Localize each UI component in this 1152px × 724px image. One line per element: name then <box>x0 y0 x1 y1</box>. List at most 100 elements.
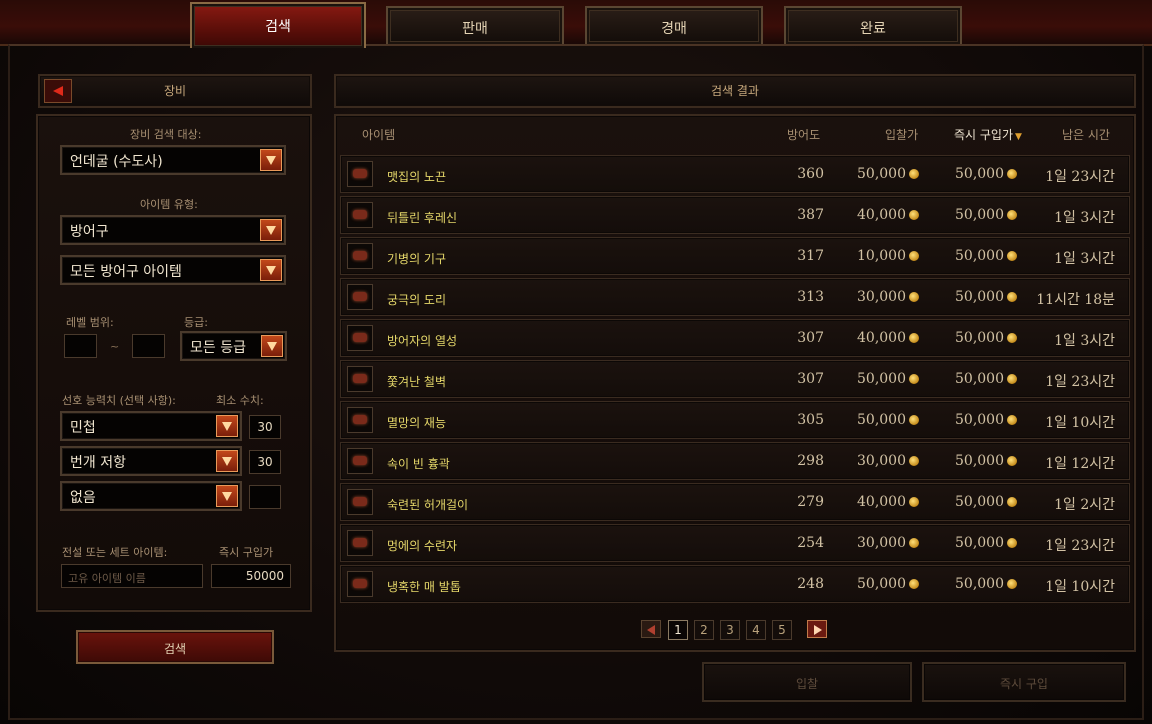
item-buyout-value: 50,000 <box>955 289 1004 305</box>
item-armor: 305 <box>797 412 824 428</box>
stat-select-2[interactable]: 번개 저항 <box>60 446 242 476</box>
item-bid: 50,000 <box>857 371 919 387</box>
search-button[interactable]: 검색 <box>76 630 274 664</box>
page-2-button[interactable]: 2 <box>694 620 714 640</box>
buyout-filter-input[interactable]: 50000 <box>211 564 291 588</box>
bid-button[interactable]: 입찰 <box>702 662 912 702</box>
level-max-input[interactable] <box>132 334 165 358</box>
item-thumbnail-icon <box>347 489 373 515</box>
item-bid-value: 30,000 <box>857 535 906 551</box>
item-buyout-value: 50,000 <box>955 576 1004 592</box>
col-bid[interactable]: 입찰가 <box>885 126 918 143</box>
item-armor: 317 <box>797 248 824 264</box>
gold-coin-icon <box>1007 333 1017 343</box>
result-row[interactable]: 숙련된 허개걸이 279 40,000 50,000 1일 2시간 <box>340 483 1130 521</box>
item-bid: 50,000 <box>857 166 919 182</box>
buyout-button[interactable]: 즉시 구입 <box>922 662 1126 702</box>
item-armor: 313 <box>797 289 824 305</box>
col-buyout-label: 즉시 구입가 <box>954 128 1014 142</box>
result-row[interactable]: 쫓겨난 철벽 307 50,000 50,000 1일 23시간 <box>340 360 1130 398</box>
col-armor[interactable]: 방어도 <box>787 126 820 143</box>
gold-coin-icon <box>1007 210 1017 220</box>
item-name: 숙련된 허개걸이 <box>387 498 469 512</box>
item-buyout: 50,000 <box>955 166 1017 182</box>
equipment-header-label: 장비 <box>163 84 187 98</box>
item-thumbnail-icon <box>347 284 373 310</box>
item-time-left: 1일 10시간 <box>1045 579 1115 595</box>
tab-auction[interactable]: 경매 <box>585 6 763 44</box>
item-name: 맷집의 노끈 <box>387 170 447 184</box>
tab-search[interactable]: 검색 <box>190 2 366 48</box>
col-buyout[interactable]: 즉시 구입가 ▼ <box>954 126 1022 143</box>
col-item[interactable]: 아이템 <box>362 126 395 143</box>
dropdown-arrow-icon[interactable] <box>260 259 282 281</box>
buyout-filter-label: 즉시 구입가 <box>219 546 274 559</box>
page-4-button[interactable]: 4 <box>746 620 766 640</box>
item-thumbnail-icon <box>347 243 373 269</box>
item-armor: 254 <box>797 535 824 551</box>
item-buyout: 50,000 <box>955 576 1017 592</box>
item-buyout: 50,000 <box>955 535 1017 551</box>
result-row[interactable]: 기병의 기구 317 10,000 50,000 1일 3시간 <box>340 237 1130 275</box>
result-row[interactable]: 뒤틀린 후레신 387 40,000 50,000 1일 3시간 <box>340 196 1130 234</box>
result-row[interactable]: 멍에의 수련자 254 30,000 50,000 1일 23시간 <box>340 524 1130 562</box>
dropdown-arrow-icon[interactable] <box>216 415 238 437</box>
item-armor: 279 <box>797 494 824 510</box>
item-thumbnail-icon <box>347 407 373 433</box>
stat-min-input-3[interactable] <box>249 485 281 509</box>
level-min-input[interactable] <box>64 334 97 358</box>
dropdown-arrow-icon[interactable] <box>260 149 282 171</box>
item-time-left: 1일 23시간 <box>1045 538 1115 554</box>
search-target-select[interactable]: 언데굴 (수도사) <box>60 145 286 175</box>
result-row[interactable]: 맷집의 노끈 360 50,000 50,000 1일 23시간 <box>340 155 1130 193</box>
item-armor: 248 <box>797 576 824 592</box>
result-row[interactable]: 궁극의 도리 313 30,000 50,000 11시간 18분 <box>340 278 1130 316</box>
item-time-left: 11시간 18분 <box>1036 292 1115 308</box>
item-buyout: 50,000 <box>955 330 1017 346</box>
page-1-button[interactable]: 1 <box>668 620 688 640</box>
item-thumbnail-icon <box>347 448 373 474</box>
back-arrow-icon[interactable] <box>44 79 72 103</box>
dropdown-arrow-icon[interactable] <box>216 450 238 472</box>
tab-sell[interactable]: 판매 <box>386 6 564 44</box>
item-subtype-select[interactable]: 모든 방어구 아이템 <box>60 255 286 285</box>
item-buyout-value: 50,000 <box>955 166 1004 182</box>
stat-select-3[interactable]: 없음 <box>60 481 242 511</box>
result-row[interactable]: 멸망의 재능 305 50,000 50,000 1일 10시간 <box>340 401 1130 439</box>
gold-coin-icon <box>909 333 919 343</box>
page-3-button[interactable]: 3 <box>720 620 740 640</box>
result-row[interactable]: 속이 빈 흉곽 298 30,000 50,000 1일 12시간 <box>340 442 1130 480</box>
dropdown-arrow-icon[interactable] <box>261 335 283 357</box>
item-time-left: 1일 3시간 <box>1054 333 1115 349</box>
stat-select-1[interactable]: 민첩 <box>60 411 242 441</box>
item-bid-value: 40,000 <box>857 207 906 223</box>
dropdown-arrow-icon[interactable] <box>216 485 238 507</box>
item-time-left: 1일 23시간 <box>1045 374 1115 390</box>
gold-coin-icon <box>909 210 919 220</box>
next-page-icon[interactable] <box>807 620 827 638</box>
item-bid: 30,000 <box>857 289 919 305</box>
tab-completed[interactable]: 완료 <box>784 6 962 44</box>
item-armor: 298 <box>797 453 824 469</box>
unique-item-name-input[interactable]: 고유 아이템 이름 <box>61 564 203 588</box>
prev-page-icon[interactable] <box>641 620 661 638</box>
item-buyout-value: 50,000 <box>955 371 1004 387</box>
result-row[interactable]: 방어자의 열성 307 40,000 50,000 1일 3시간 <box>340 319 1130 357</box>
gold-coin-icon <box>909 456 919 466</box>
item-type-select[interactable]: 방어구 <box>60 215 286 245</box>
gold-coin-icon <box>909 538 919 548</box>
dropdown-arrow-icon[interactable] <box>260 219 282 241</box>
page-5-button[interactable]: 5 <box>772 620 792 640</box>
item-type-label: 아이템 유형: <box>140 198 198 211</box>
result-row[interactable]: 냉혹한 매 발톱 248 50,000 50,000 1일 10시간 <box>340 565 1130 603</box>
gold-coin-icon <box>909 251 919 261</box>
results-header: 검색 결과 <box>334 74 1136 108</box>
stat-min-input-1[interactable]: 30 <box>249 415 281 439</box>
item-thumbnail-icon <box>347 202 373 228</box>
gold-coin-icon <box>909 169 919 179</box>
grade-select[interactable]: 모든 등급 <box>180 331 287 361</box>
item-bid-value: 50,000 <box>857 371 906 387</box>
gold-coin-icon <box>909 374 919 384</box>
col-time-left[interactable]: 남은 시간 <box>1062 126 1110 143</box>
stat-min-input-2[interactable]: 30 <box>249 450 281 474</box>
